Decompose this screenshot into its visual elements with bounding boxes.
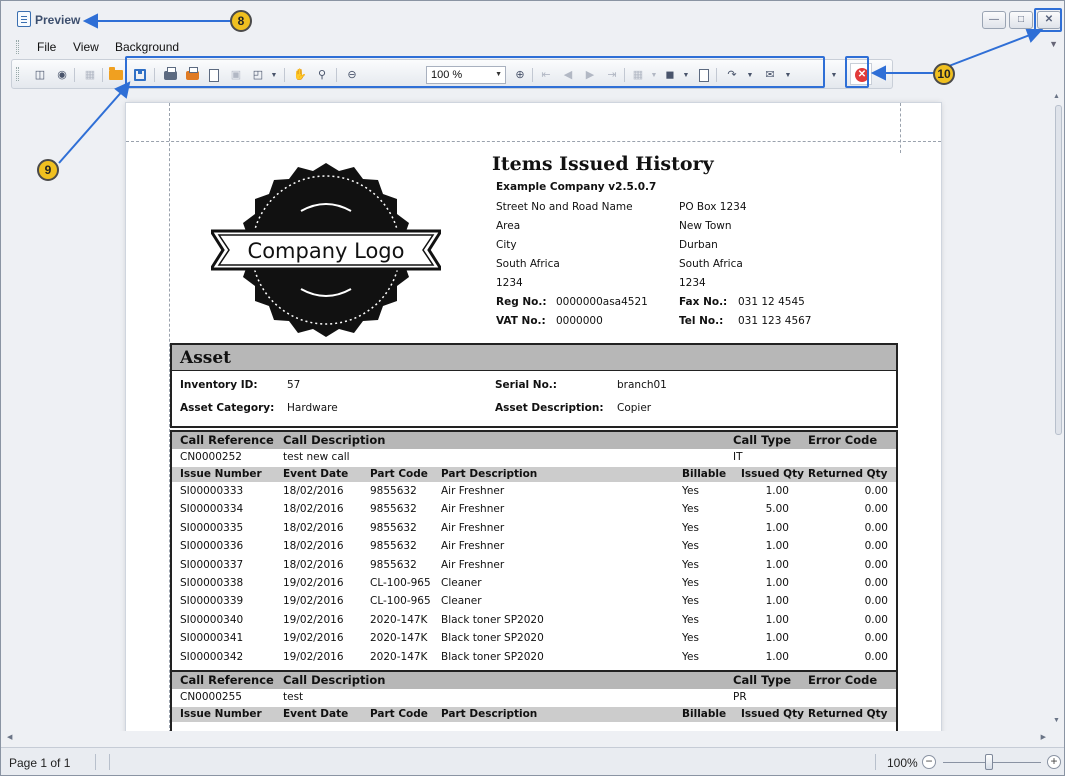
annotation-badge: 9 <box>37 159 59 181</box>
annotation-badge: 10 <box>933 63 955 85</box>
preview-window: Preview — □ ✕ File View Background ▼ ◫ ◉… <box>0 0 1065 776</box>
annotation-arrows <box>58 13 1044 164</box>
annotation-badge: 8 <box>230 10 252 32</box>
